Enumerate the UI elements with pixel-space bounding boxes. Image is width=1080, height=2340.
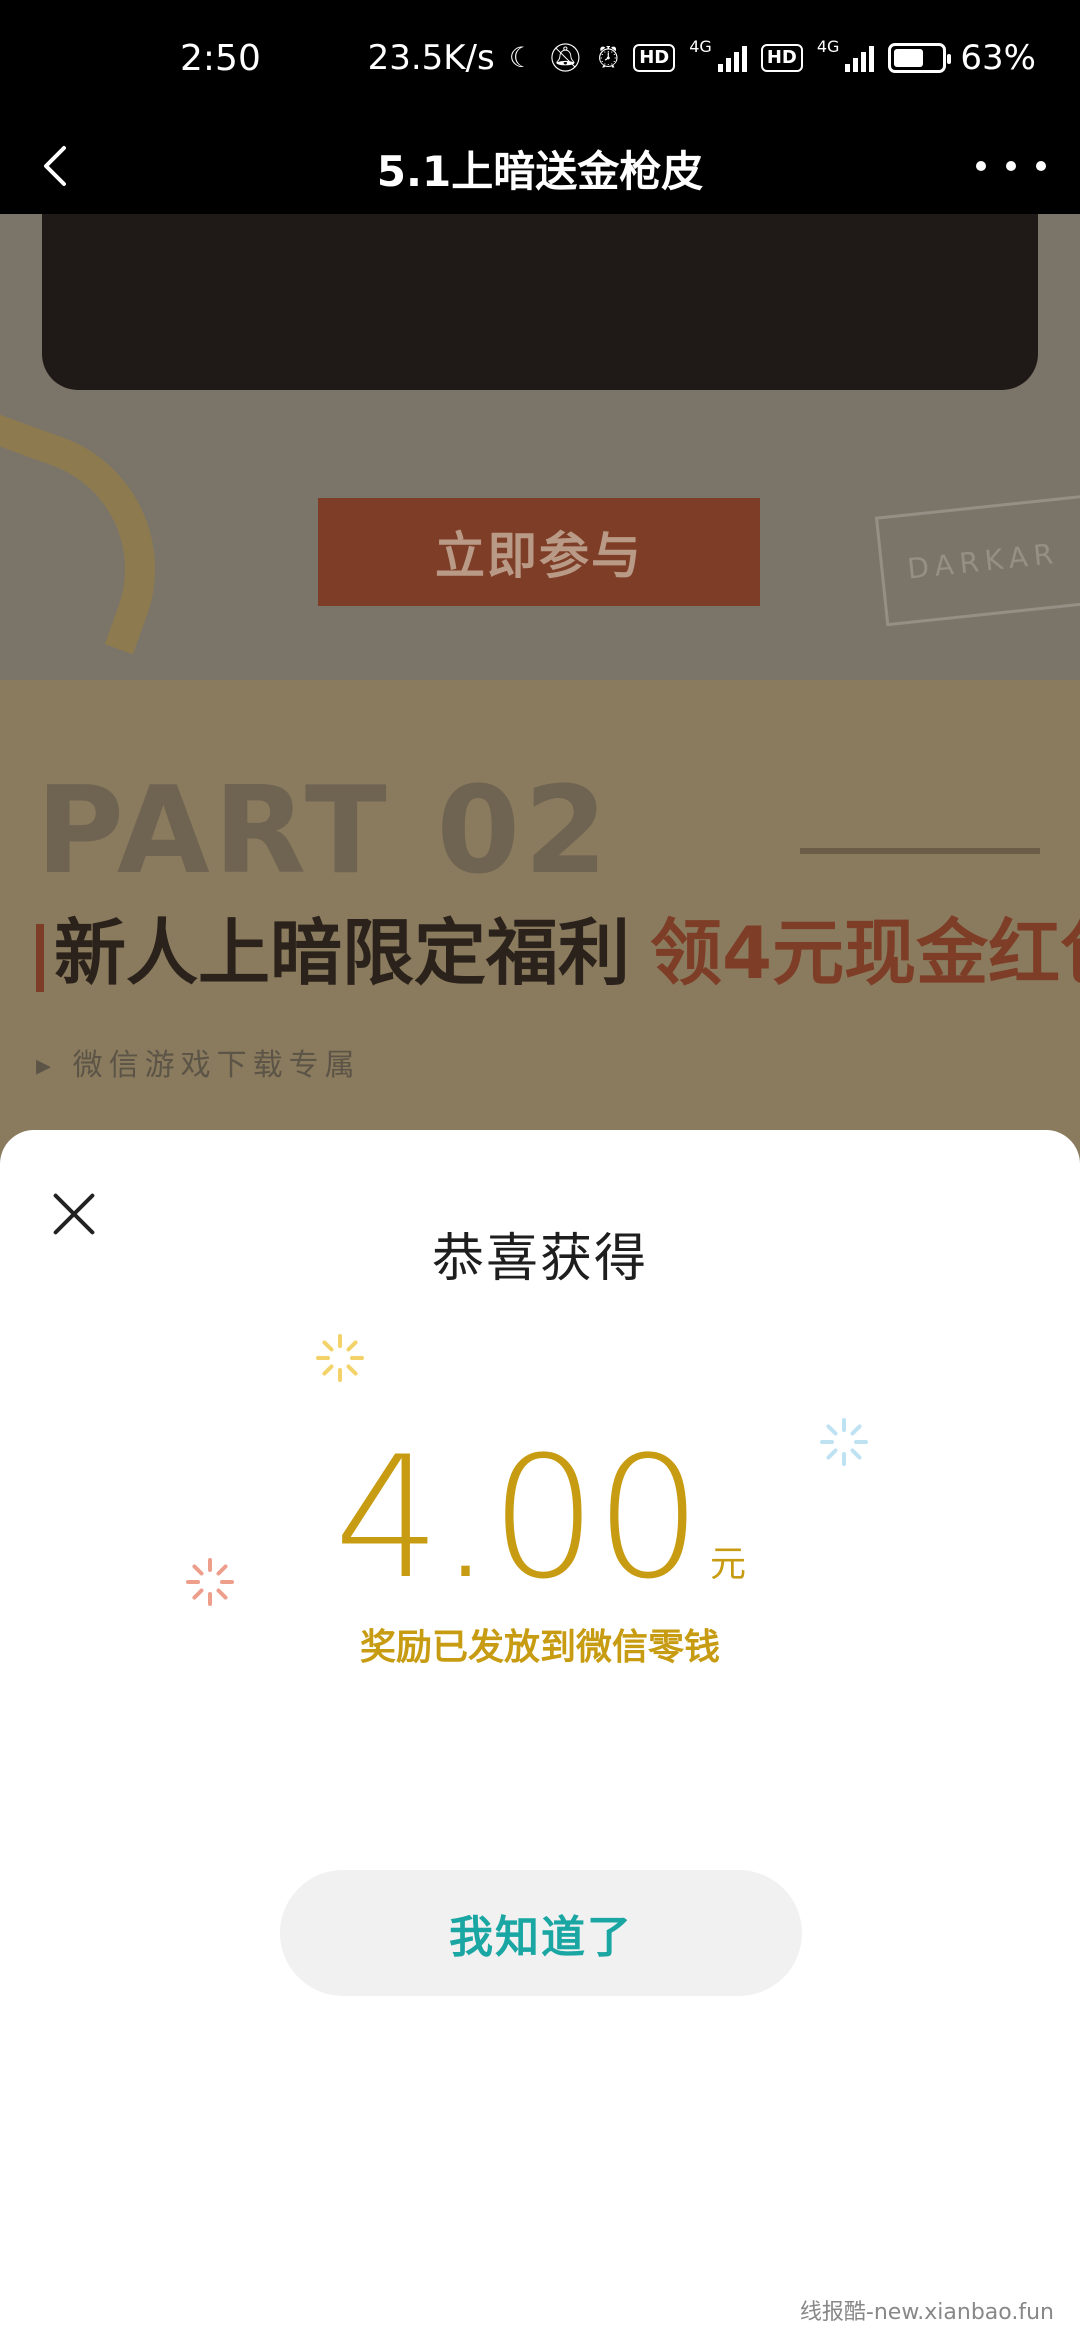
status-bar: 2:50 23.5K/s ☾ 🔕︎ ⏰︎ HD 4G HD 4G 63%: [0, 0, 1080, 118]
promo-banner: 新人上暗限定福利领4元现金红包: [36, 894, 1080, 999]
mute-icon: 🔕︎: [547, 41, 584, 74]
more-button[interactable]: [976, 146, 1046, 186]
reward-subtitle: 奖励已发放到微信零钱: [359, 1627, 720, 1668]
video-panel: [42, 214, 1038, 390]
sparkle-ray: [338, 1368, 342, 1382]
sparkle-ray: [345, 1339, 359, 1353]
sparkle-ray: [338, 1334, 342, 1348]
more-dot: [1036, 161, 1046, 171]
hd-icon: HD: [633, 44, 676, 72]
join-button: 立即参与: [318, 498, 760, 606]
more-dot: [1006, 161, 1016, 171]
nav-bar: 5.1上暗送金枪皮: [0, 118, 1080, 214]
net-speed: 23.5K/s: [367, 38, 495, 78]
divider: [800, 848, 1040, 854]
got-it-button[interactable]: 我知道了: [280, 1870, 802, 1996]
alarm-icon: ⏰︎: [597, 41, 620, 74]
banner-subtitle: ▸ 微信游戏下载专属: [36, 1048, 361, 1083]
decor-shape: [0, 413, 195, 655]
reward-amount: 4.00 元: [0, 1420, 1080, 1616]
stamp-decor: DARKAR: [874, 491, 1080, 627]
more-dot: [976, 161, 986, 171]
banner-right: 领4元现金红包: [650, 911, 1080, 995]
reward-sheet: 恭喜获得 4.00 元 奖励已发放到微信零钱 我知道了: [0, 1130, 1080, 2340]
banner-left: 新人上暗限定福利: [54, 911, 631, 995]
moon-icon: ☾: [508, 41, 534, 74]
status-time: 2:50: [180, 38, 261, 79]
part-heading: PART 02: [36, 762, 612, 901]
amount-unit: 元: [710, 1544, 747, 1585]
battery-text: 63%: [960, 38, 1036, 78]
banner-bar: [36, 924, 44, 993]
sparkle-ray: [316, 1356, 330, 1360]
sparkle-ray: [350, 1356, 364, 1360]
sparkle-ray: [321, 1363, 335, 1377]
page-title: 5.1上暗送金枪皮: [376, 147, 704, 196]
hd-icon-2: HD: [760, 44, 803, 72]
sheet-title: 恭喜获得: [431, 1229, 648, 1289]
battery-icon: [888, 43, 952, 73]
network-type: 4G: [689, 36, 712, 56]
network-type-2: 4G: [816, 36, 840, 56]
background-page: 立即参与 DARKAR PART 02 新人上暗限定福利领4元现金红包 ▸ 微信…: [0, 214, 1080, 1264]
signal-icon-2: [845, 44, 875, 72]
sparkle-ray: [345, 1363, 359, 1377]
status-icons: 23.5K/s ☾ 🔕︎ ⏰︎ HD 4G HD 4G 63%: [367, 36, 1036, 79]
amount-value: 4.00: [333, 1420, 702, 1616]
battery-fill: [894, 49, 924, 67]
sparkle-ray: [321, 1339, 335, 1353]
watermark: 线报酷-new.xianbao.fun: [799, 2300, 1054, 2325]
sparkle-icon: [316, 1334, 364, 1382]
signal-icon: [717, 44, 747, 72]
